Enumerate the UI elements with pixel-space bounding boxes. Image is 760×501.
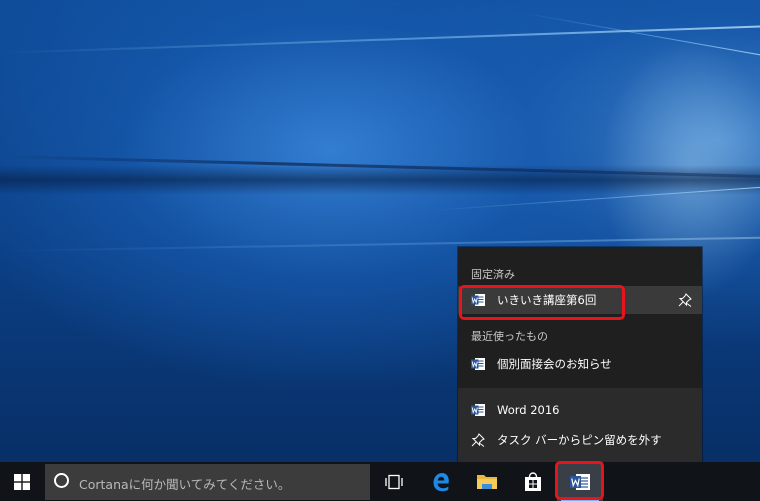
word-jump-list: 固定済み いきいき講座第6回 最近使ったもの 個別面接会のお知らせ Word 2… <box>458 247 702 462</box>
windows-start-icon <box>14 473 30 490</box>
edge-icon <box>433 472 449 491</box>
unpin-icon <box>471 433 485 447</box>
word-document-icon <box>471 358 485 370</box>
word-taskbar-highlight <box>555 461 604 500</box>
word-app-icon <box>471 404 485 416</box>
recent-header: 最近使ったもの <box>471 330 548 343</box>
pinned-header: 固定済み <box>471 268 515 281</box>
task-view-button[interactable] <box>371 462 417 501</box>
unpin-from-taskbar-item[interactable]: タスク バーからピン留めを外す <box>458 426 702 454</box>
word-2016-label: Word 2016 <box>497 403 560 417</box>
recent-item-kobetsu-mensetsu[interactable]: 個別面接会のお知らせ <box>458 350 702 378</box>
taskbar: Cortanaに何か聞いてみてください。 <box>0 462 760 501</box>
file-explorer-icon <box>477 474 497 489</box>
cortana-search-box[interactable]: Cortanaに何か聞いてみてください。 <box>45 464 370 500</box>
edge-button[interactable] <box>418 462 464 501</box>
unpin-icon[interactable] <box>678 293 692 307</box>
store-button[interactable] <box>510 462 556 501</box>
unpin-label: タスク バーからピン留めを外す <box>497 433 662 447</box>
recent-item-label: 個別面接会のお知らせ <box>497 357 612 371</box>
cortana-icon <box>54 473 69 488</box>
wallpaper-shadow-band <box>0 165 760 195</box>
file-explorer-button[interactable] <box>464 462 510 501</box>
search-placeholder: Cortanaに何か聞いてみてください。 <box>79 477 291 492</box>
pinned-item-highlight <box>459 285 625 320</box>
store-icon <box>525 471 541 491</box>
open-word-2016-item[interactable]: Word 2016 <box>458 396 702 424</box>
start-button[interactable] <box>0 462 44 501</box>
task-view-icon <box>385 474 403 489</box>
